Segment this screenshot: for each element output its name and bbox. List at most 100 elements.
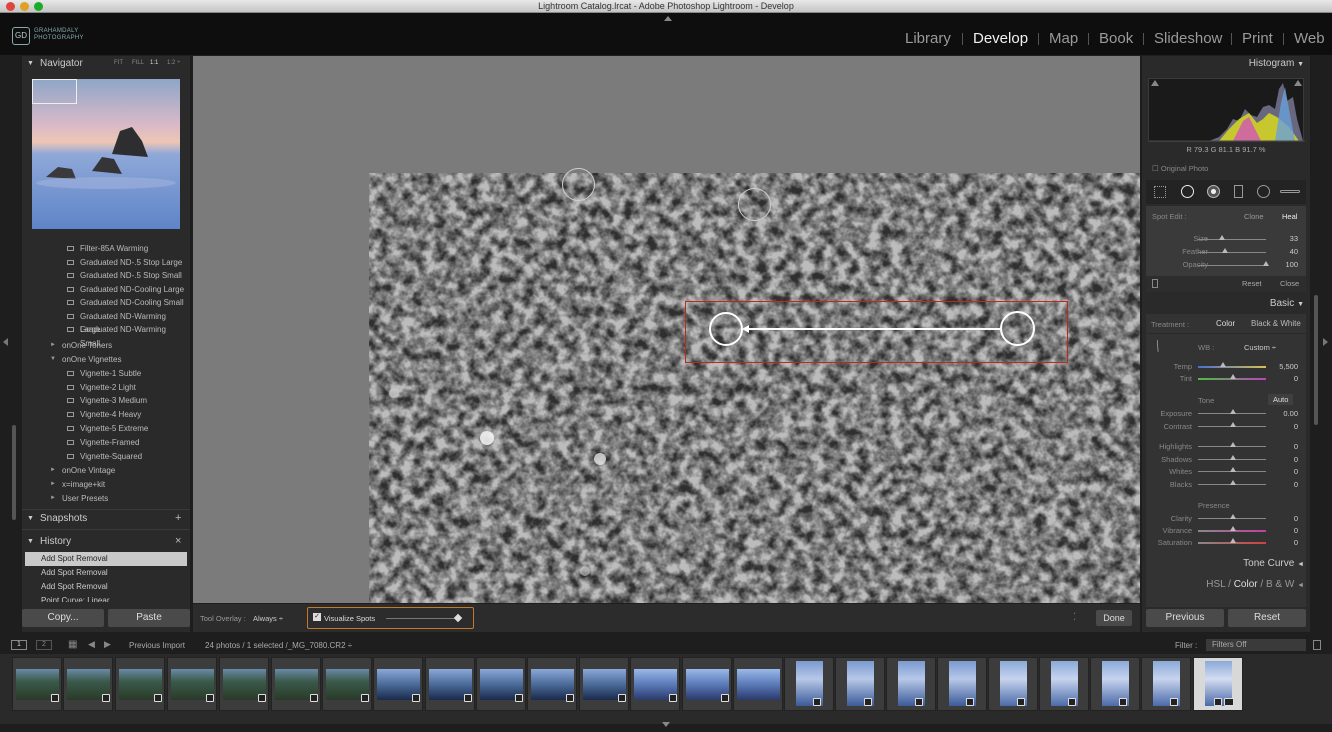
grid-view-icon[interactable]: ▦ xyxy=(68,639,77,650)
saturation-value[interactable]: 0 xyxy=(1268,538,1298,547)
highlight-clipping-icon[interactable] xyxy=(1294,80,1302,86)
filmstrip-cell[interactable] xyxy=(527,657,577,711)
filmstrip-cell[interactable] xyxy=(1090,657,1140,711)
paste-button[interactable]: Paste xyxy=(108,609,190,627)
filmstrip-cell[interactable] xyxy=(322,657,372,711)
spot-reset-button[interactable]: Reset xyxy=(1242,279,1262,288)
tint-value[interactable]: 0 xyxy=(1268,374,1298,383)
spot-target-circle[interactable] xyxy=(709,312,743,346)
photo-count[interactable]: 24 photos / 1 selected /_MG_7080.CR2 ÷ xyxy=(205,641,352,650)
red-eye-tool-icon[interactable] xyxy=(1207,185,1220,198)
zoom-fill[interactable]: FILL xyxy=(132,56,144,71)
blacks-value[interactable]: 0 xyxy=(1268,480,1298,489)
temp-slider[interactable] xyxy=(1198,366,1266,368)
done-button[interactable]: Done xyxy=(1096,610,1132,626)
blacks-slider-knob[interactable] xyxy=(1230,480,1236,485)
shadows-slider-knob[interactable] xyxy=(1230,455,1236,460)
forward-arrow-icon[interactable]: ▶ xyxy=(104,639,111,650)
filmstrip-cell[interactable] xyxy=(937,657,987,711)
preset-item[interactable]: Vignette-Squared xyxy=(22,450,186,464)
radial-filter-icon[interactable] xyxy=(1257,185,1270,198)
crop-tool-icon[interactable] xyxy=(1154,186,1166,198)
visualize-spots-checkbox[interactable]: ✓ xyxy=(313,613,321,621)
module-print[interactable]: Print xyxy=(1242,30,1273,48)
tone-curve-header[interactable]: Tone Curve ◄ xyxy=(1142,556,1310,571)
preset-item[interactable]: Vignette-Framed xyxy=(22,436,186,450)
previous-button[interactable]: Previous xyxy=(1146,609,1224,627)
tint-slider-knob[interactable] xyxy=(1230,374,1236,379)
treatment-color-button[interactable]: Color xyxy=(1216,319,1235,328)
size-value[interactable]: 33 xyxy=(1268,234,1298,243)
right-panel-scrollbar[interactable] xyxy=(1314,295,1318,425)
filmstrip-cell[interactable] xyxy=(219,657,269,711)
preset-item[interactable]: Graduated ND-Warming Small xyxy=(22,323,186,348)
collapse-filmstrip-icon[interactable] xyxy=(662,722,670,727)
clarity-slider-knob[interactable] xyxy=(1230,514,1236,519)
preset-item[interactable]: Graduated ND-Cooling Small xyxy=(22,296,186,310)
main-window-button[interactable]: 1 xyxy=(11,640,27,650)
shadows-value[interactable]: 0 xyxy=(1268,455,1298,464)
exposure-slider-knob[interactable] xyxy=(1230,409,1236,414)
heal-mode-button[interactable]: Heal xyxy=(1282,212,1297,221)
close-window-button[interactable] xyxy=(6,2,15,11)
hsl-header[interactable]: HSL / Color / B & W ◄ xyxy=(1142,577,1310,592)
zoom-fit[interactable]: FIT xyxy=(114,56,123,71)
size-slider-knob[interactable] xyxy=(1218,235,1225,240)
wb-select[interactable]: Custom ÷ xyxy=(1244,343,1276,352)
filmstrip-cell[interactable] xyxy=(579,657,629,711)
filmstrip-cell[interactable] xyxy=(682,657,732,711)
minimize-window-button[interactable] xyxy=(20,2,29,11)
feather-value[interactable]: 40 xyxy=(1268,247,1298,256)
spot-close-button[interactable]: Close xyxy=(1280,279,1299,288)
preset-item[interactable]: Vignette-3 Medium xyxy=(22,394,186,408)
visualize-threshold-track[interactable] xyxy=(386,618,460,619)
preset-item[interactable]: Graduated ND-.5 Stop Small xyxy=(22,269,186,283)
panel-toggle-switch[interactable] xyxy=(1152,279,1158,288)
preset-item[interactable]: Graduated ND-Warming Large xyxy=(22,310,186,334)
shadow-clipping-icon[interactable] xyxy=(1151,80,1159,86)
filmstrip-cell-selected[interactable] xyxy=(1193,657,1243,711)
preset-item[interactable]: Vignette-4 Heavy xyxy=(22,408,186,422)
zoom-window-button[interactable] xyxy=(34,2,43,11)
filter-lock-icon[interactable] xyxy=(1313,640,1321,650)
module-slideshow[interactable]: Slideshow xyxy=(1154,30,1222,48)
photo-zoomed[interactable] xyxy=(369,173,1140,603)
filmstrip-cell[interactable] xyxy=(1141,657,1191,711)
hsl-tab[interactable]: HSL xyxy=(1206,579,1225,590)
preset-item[interactable]: Vignette-5 Extreme xyxy=(22,422,186,436)
snapshots-header[interactable]: ▼ Snapshots + xyxy=(22,511,190,526)
secondary-window-button[interactable]: 2 xyxy=(36,640,52,650)
history-header[interactable]: ▼ History × xyxy=(22,534,190,549)
vibrance-value[interactable]: 0 xyxy=(1268,526,1298,535)
module-book[interactable]: Book xyxy=(1099,30,1133,48)
filmstrip-cell[interactable] xyxy=(1039,657,1089,711)
module-map[interactable]: Map xyxy=(1049,30,1078,48)
preset-item[interactable]: Vignette-2 Light xyxy=(22,381,186,395)
highlights-value[interactable]: 0 xyxy=(1268,442,1298,451)
filmstrip-cell[interactable] xyxy=(425,657,475,711)
histogram-graph[interactable] xyxy=(1148,78,1305,142)
preset-folder-vintage[interactable]: ► onOne Vintage xyxy=(22,464,186,478)
preset-folder-user[interactable]: ► User Presets xyxy=(22,492,186,506)
spot-removal-tool-icon[interactable] xyxy=(1181,185,1194,198)
histogram-header[interactable]: Histogram ▼ xyxy=(1142,56,1310,71)
filmstrip-cell[interactable] xyxy=(271,657,321,711)
saturation-slider-knob[interactable] xyxy=(1230,538,1236,543)
navigator-header[interactable]: ▼ Navigator FIT FILL 1:1 1:2 ÷ xyxy=(22,56,190,71)
filmstrip-cell[interactable] xyxy=(988,657,1038,711)
clone-mode-button[interactable]: Clone xyxy=(1244,212,1264,221)
spot-removal-circle[interactable] xyxy=(562,168,595,201)
module-web[interactable]: Web xyxy=(1294,30,1325,48)
vibrance-slider-knob[interactable] xyxy=(1230,526,1236,531)
preset-item[interactable]: Vignette-1 Subtle xyxy=(22,367,186,381)
opacity-slider[interactable] xyxy=(1198,265,1266,266)
history-item-selected[interactable]: Add Spot Removal xyxy=(25,552,187,566)
feather-slider[interactable] xyxy=(1198,252,1266,253)
size-slider[interactable] xyxy=(1198,239,1266,240)
contrast-slider-knob[interactable] xyxy=(1230,422,1236,427)
auto-tone-button[interactable]: Auto xyxy=(1268,394,1294,405)
back-arrow-icon[interactable]: ◀ xyxy=(88,639,95,650)
module-library[interactable]: Library xyxy=(905,30,951,48)
source-label[interactable]: Previous Import xyxy=(129,641,185,650)
pin-icon[interactable]: ⁚ xyxy=(1073,612,1076,623)
